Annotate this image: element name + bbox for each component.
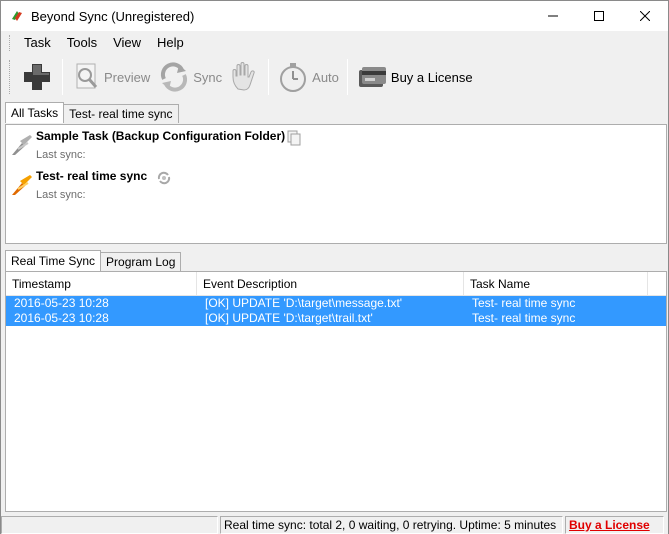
table-row[interactable]: 2016-05-23 10:28 [OK] UPDATE 'D:\target\…: [6, 296, 666, 311]
maximize-button[interactable]: [576, 1, 622, 31]
menu-view[interactable]: View: [105, 32, 149, 54]
stop-hand-icon: [232, 62, 255, 91]
close-icon: [640, 11, 650, 21]
maximize-icon: [594, 11, 604, 21]
tab-all-tasks[interactable]: All Tasks: [5, 102, 65, 123]
menu-bar: Task Tools View Help: [1, 32, 668, 54]
column-filler: [648, 272, 666, 296]
status-bar: Real time sync: total 2, 0 waiting, 0 re…: [1, 515, 668, 534]
title-bar: Beyond Sync (Unregistered): [1, 1, 668, 31]
tab-real-time-sync[interactable]: Real Time Sync: [5, 250, 102, 271]
window-title: Beyond Sync (Unregistered): [31, 8, 195, 24]
log-table: Timestamp Event Description Task Name 20…: [5, 271, 667, 512]
toolbar-separator: [268, 59, 270, 95]
task-sync-icon: [12, 135, 32, 155]
task-item[interactable]: Test- real time sync Last sync:: [8, 167, 628, 203]
close-button[interactable]: [622, 1, 668, 31]
table-row[interactable]: 2016-05-23 10:28 [OK] UPDATE 'D:\target\…: [6, 311, 666, 326]
status-license-pane: Buy a License: [565, 516, 664, 534]
buy-license-link[interactable]: Buy a License: [569, 518, 650, 532]
task-item[interactable]: Sample Task (Backup Configuration Folder…: [8, 127, 628, 163]
menu-grip: [9, 35, 12, 51]
sync-icon: [161, 62, 188, 92]
task-list: Sample Task (Backup Configuration Folder…: [5, 124, 667, 244]
log-tabs: Real Time Sync Program Log: [5, 250, 182, 271]
toolbar-grip: [9, 60, 12, 94]
buy-license-label: Buy a License: [390, 69, 473, 85]
status-empty-pane: [1, 516, 218, 534]
license-card-icon: [358, 67, 386, 87]
app-window: Beyond Sync (Unregistered) Task Tools Vi…: [0, 0, 669, 534]
task-sync-icon: [12, 175, 32, 195]
toolbar-separator: [346, 59, 348, 95]
add-task-button[interactable]: [16, 57, 58, 97]
menu-help[interactable]: Help: [149, 32, 192, 54]
tab-program-log[interactable]: Program Log: [100, 252, 182, 271]
add-icon: [24, 64, 50, 90]
preview-label: Preview: [104, 69, 151, 85]
toolbar: Preview Sync Auto Buy a License: [1, 55, 668, 99]
sync-small-icon: [157, 171, 171, 185]
cell-timestamp: 2016-05-23 10:28: [14, 296, 109, 310]
task-tabs: All Tasks Test- real time sync: [5, 102, 179, 123]
minimize-icon: [548, 15, 558, 17]
auto-timer-icon: [280, 63, 307, 92]
stop-button[interactable]: [226, 57, 264, 97]
task-last-sync: Last sync:: [36, 149, 86, 161]
auto-button[interactable]: Auto: [273, 57, 343, 97]
sync-button[interactable]: Sync: [154, 57, 226, 97]
auto-label: Auto: [312, 69, 339, 85]
cell-task: Test- real time sync: [472, 296, 576, 310]
column-timestamp[interactable]: Timestamp: [6, 272, 197, 296]
menu-tools[interactable]: Tools: [59, 32, 105, 54]
cell-timestamp: 2016-05-23 10:28: [14, 311, 109, 325]
column-task-name[interactable]: Task Name: [464, 272, 648, 296]
app-logo-icon: [12, 11, 22, 21]
column-event-description[interactable]: Event Description: [197, 272, 464, 296]
task-last-sync: Last sync:: [36, 189, 86, 201]
sync-label: Sync: [193, 69, 223, 85]
log-header: Timestamp Event Description Task Name: [6, 272, 666, 296]
cell-task: Test- real time sync: [472, 311, 576, 325]
buy-license-button[interactable]: Buy a License: [352, 57, 477, 97]
task-name: Sample Task (Backup Configuration Folder…: [36, 129, 286, 143]
minimize-button[interactable]: [530, 1, 576, 31]
cell-event: [OK] UPDATE 'D:\target\trail.txt': [205, 311, 373, 325]
preview-button[interactable]: Preview: [67, 57, 154, 97]
toolbar-separator: [62, 59, 63, 95]
window-controls: [530, 1, 668, 31]
tab-test-real-time-sync[interactable]: Test- real time sync: [63, 104, 179, 123]
copy-icon: [287, 130, 301, 146]
task-name: Test- real time sync: [36, 169, 148, 183]
cell-event: [OK] UPDATE 'D:\target\message.txt': [205, 296, 403, 310]
menu-task[interactable]: Task: [16, 32, 59, 54]
preview-icon: [76, 63, 98, 89]
status-message: Real time sync: total 2, 0 waiting, 0 re…: [220, 516, 563, 534]
